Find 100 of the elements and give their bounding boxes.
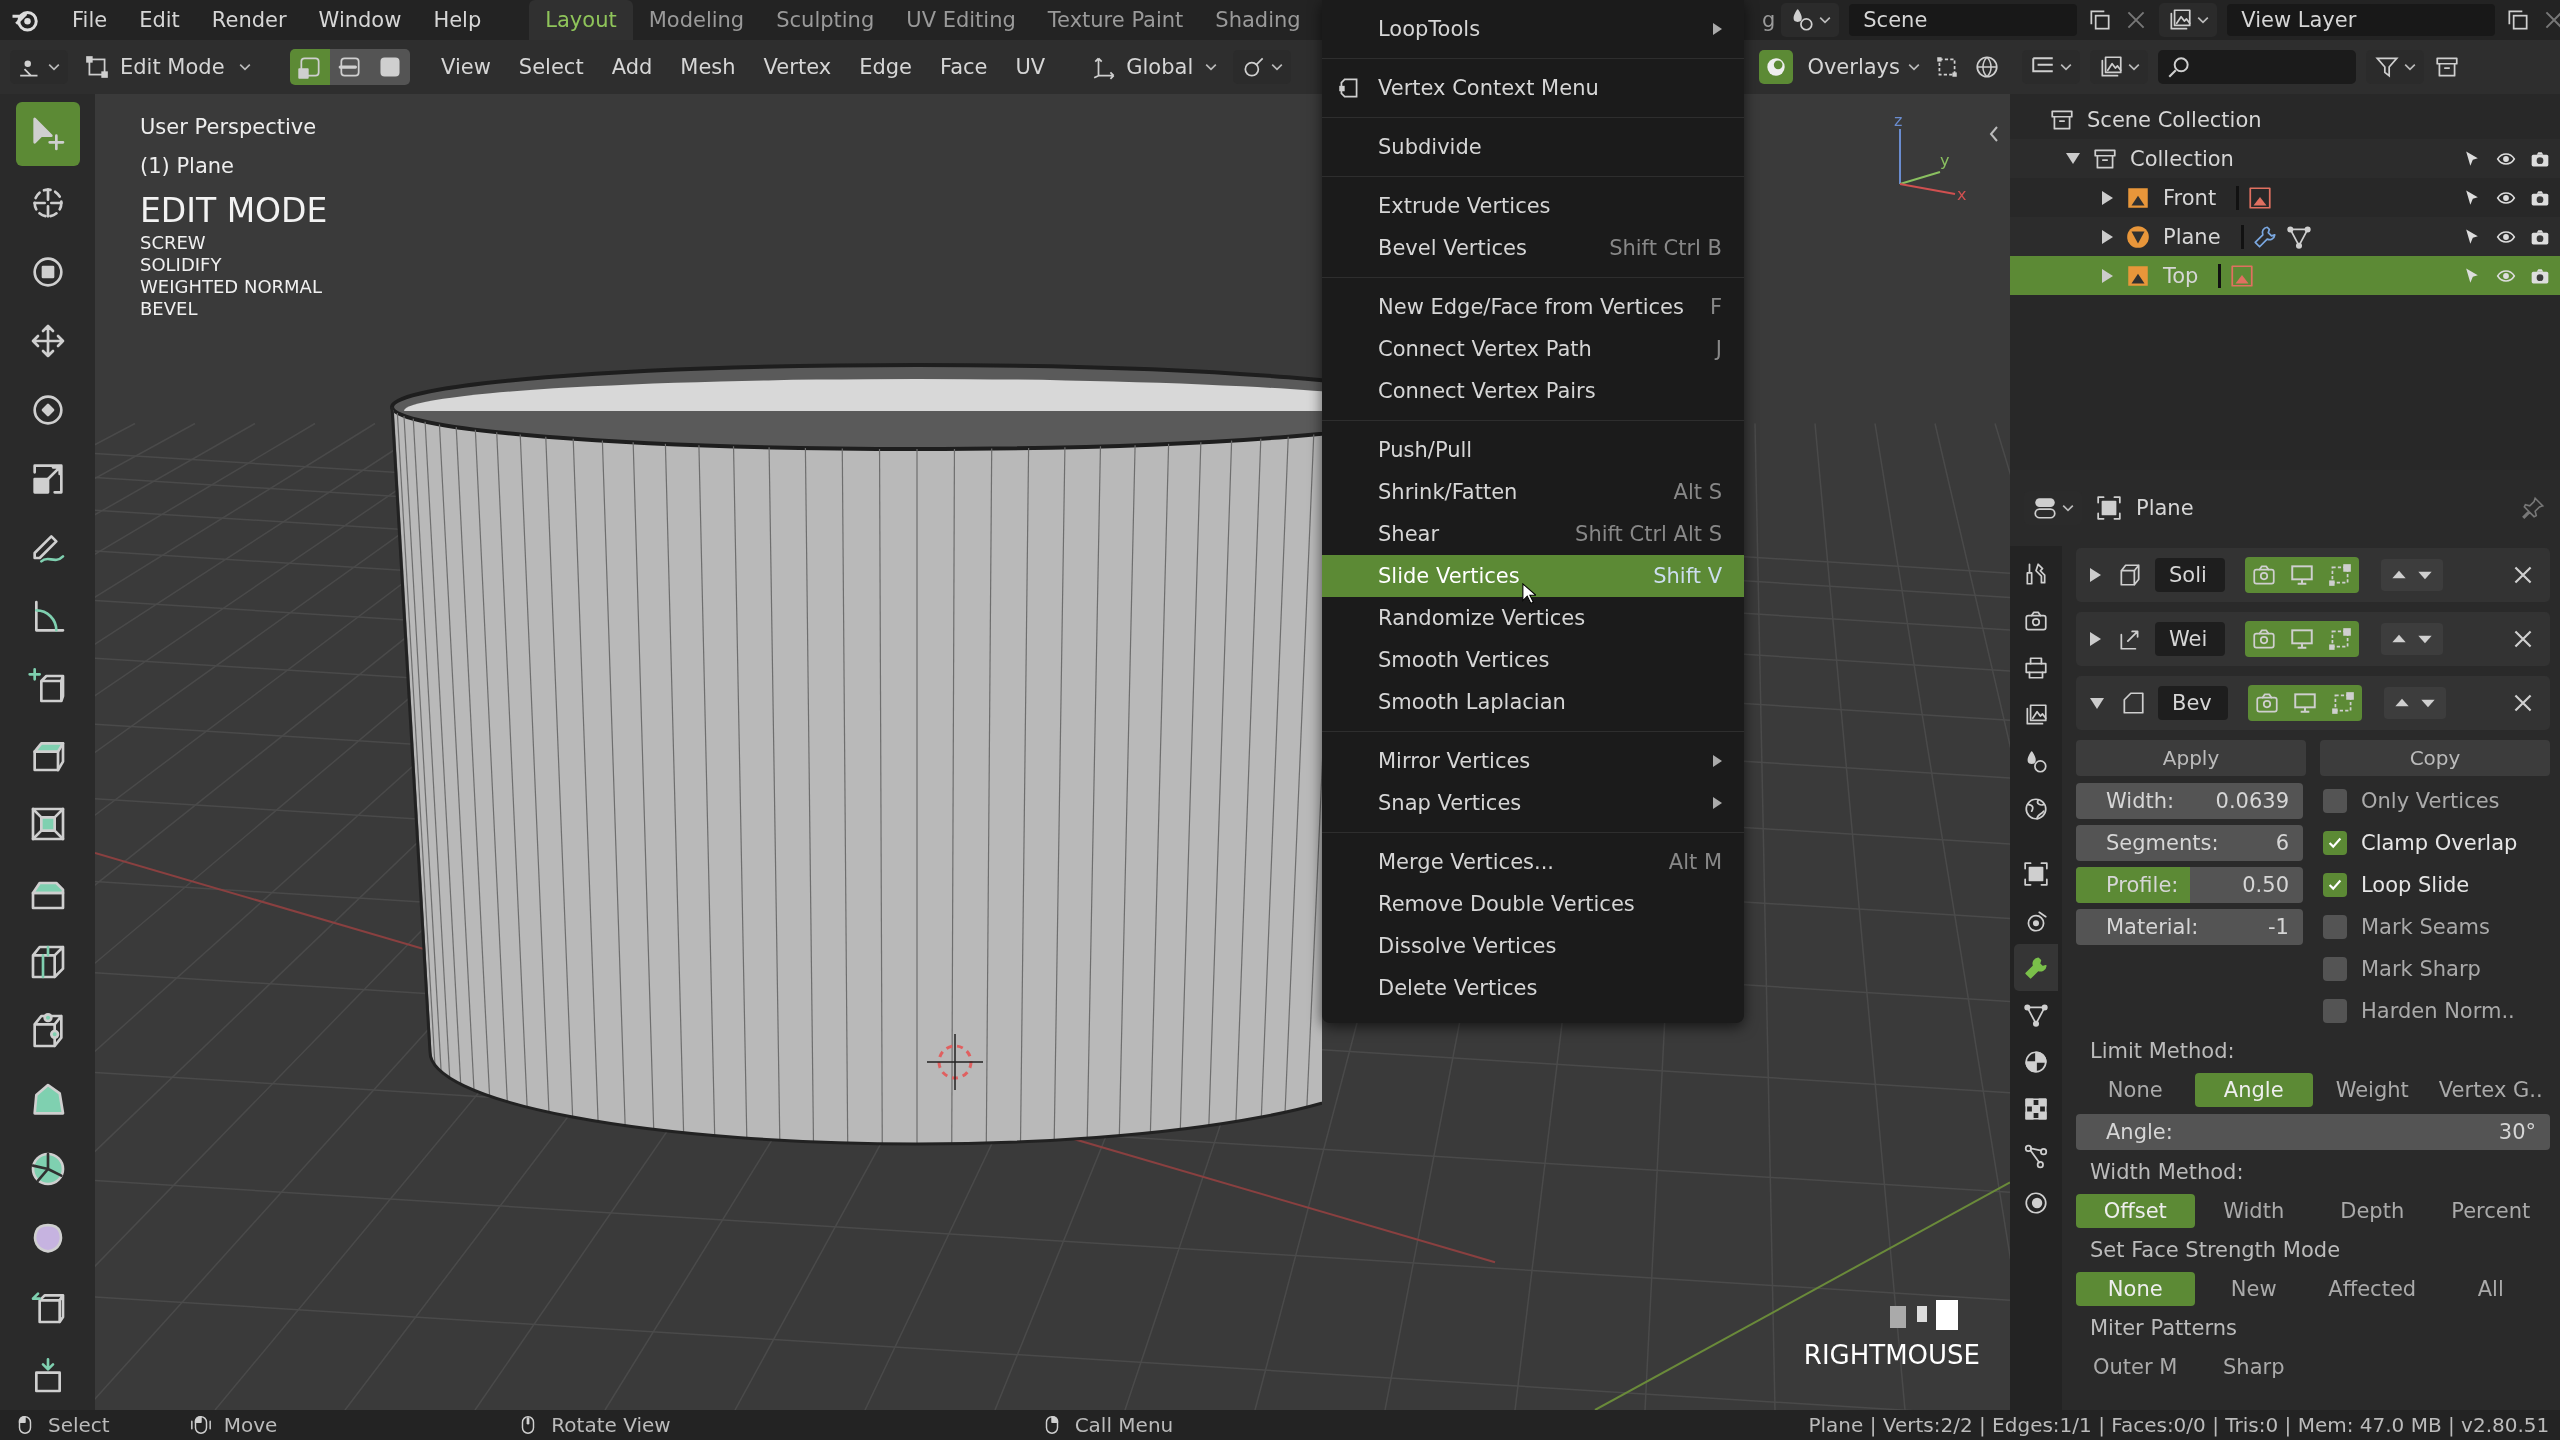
outliner-row[interactable]: Plane [2010,217,2560,256]
outliner-row[interactable]: Collection [2010,139,2560,178]
option-button[interactable]: All [2431,1272,2550,1306]
outliner-row[interactable]: Scene Collection [2010,100,2560,139]
menu-item[interactable]: Remove Double Vertices [1322,883,1744,925]
view-layer-dropdown[interactable] [2159,3,2218,37]
view-layer-field[interactable]: View Layer [2227,4,2496,36]
menu-item[interactable]: Render [197,8,305,32]
modifier-action-button[interactable]: Apply [2076,740,2306,776]
menu-item[interactable]: Window [304,8,420,32]
edit-mode-toggle[interactable] [2321,557,2359,593]
menu-item[interactable]: Slide Vertices Shift V [1322,555,1744,597]
chevron-left-icon[interactable] [1988,124,2000,144]
scene-type-dropdown[interactable] [1781,3,1840,37]
option-button[interactable]: Depth [2313,1194,2432,1228]
collection-box-icon[interactable] [2434,54,2460,80]
option-button[interactable]: Weight [2313,1073,2432,1107]
menu-item[interactable]: LoopTools [1322,8,1744,50]
menu-item[interactable]: Push/Pull [1322,429,1744,471]
expanded-triangle-icon[interactable] [2066,153,2080,164]
modifier-name-field[interactable]: Soli [2155,558,2225,592]
option-button[interactable]: None [2076,1073,2195,1107]
move-arrows[interactable] [2381,623,2443,655]
slider-field[interactable]: Profile: 0.50 [2076,867,2303,903]
menu-item[interactable]: Shear Shift Ctrl Alt S [1322,513,1744,555]
workspace-tab[interactable]: UV Editing [890,0,1032,40]
option-button[interactable]: New [2194,1272,2313,1306]
select-mode-button[interactable] [370,49,410,85]
render-toggle[interactable] [2245,621,2283,657]
modifier-name-field[interactable]: Bev [2158,686,2228,720]
properties-tab[interactable] [2014,944,2058,991]
checkbox[interactable] [2323,915,2347,939]
option-button[interactable]: Sharp [2194,1350,2313,1384]
menu-item[interactable]: Delete Vertices [1322,967,1744,1009]
collapsed-triangle-icon[interactable] [2090,568,2101,582]
number-field[interactable]: Width: 0.0639 [2076,783,2303,819]
menu-item[interactable]: Select [507,55,595,79]
option-button[interactable]: Outer M [2076,1350,2195,1384]
gizmo-toggle[interactable] [1759,50,1794,84]
select-mode-button[interactable] [290,49,330,85]
workspace-tab[interactable]: Texture Paint [1031,0,1200,40]
image-icon[interactable] [2247,184,2274,211]
modifier-name-field[interactable]: Wei [2155,622,2225,656]
menu-item[interactable]: Smooth Vertices [1322,639,1744,681]
menu-item[interactable]: Add [600,55,664,79]
menu-item[interactable]: Connect Vertex Pairs [1322,370,1744,412]
option-button[interactable]: Offset [2076,1194,2195,1228]
menu-item[interactable]: Vertex [752,55,843,79]
option-button[interactable]: Width [2194,1194,2313,1228]
collapsed-triangle-icon[interactable] [2090,632,2101,646]
menu-item[interactable]: Face [929,55,999,79]
menu-item[interactable]: Smooth Laplacian [1322,681,1744,723]
edit-mode-toggle[interactable] [2321,621,2359,657]
checkbox[interactable] [2323,789,2347,813]
mesh-overlay-icon[interactable] [1934,54,1960,80]
vertex-triangle-icon[interactable] [2285,223,2312,250]
mode-dropdown[interactable]: Edit Mode [74,50,284,84]
menu-item[interactable]: Dissolve Vertices [1322,925,1744,967]
outliner-row[interactable]: Front [2010,178,2560,217]
globe-icon[interactable] [1974,54,2000,80]
option-button[interactable]: Percent [2431,1194,2550,1228]
number-field[interactable]: Angle: 30° [2076,1114,2550,1150]
workspace-tab[interactable]: g [1755,0,1782,40]
modifier-action-button[interactable]: Copy [2320,740,2550,776]
menu-item[interactable]: Help [419,8,500,32]
menu-item[interactable]: Extrude Vertices [1322,185,1744,227]
collapsed-triangle-icon[interactable] [2102,229,2113,244]
number-field[interactable]: Segments: 6 [2076,825,2303,861]
workspace-tab[interactable]: Modeling [632,0,761,40]
option-button[interactable]: Angle [2194,1073,2313,1107]
move-arrows[interactable] [2381,559,2443,591]
option-button[interactable]: Affected [2313,1272,2432,1306]
option-button[interactable]: None [2076,1272,2195,1306]
menu-item[interactable]: Edge [848,55,923,79]
menu-item[interactable]: Shrink/Fatten Alt S [1322,471,1744,513]
checkbox[interactable] [2323,831,2347,855]
menu-item[interactable]: Bevel Vertices Shift Ctrl B [1322,227,1744,269]
axis-gizmo[interactable]: z y x [1880,114,1970,204]
checkbox[interactable] [2323,999,2347,1023]
menu-item[interactable]: View [430,55,502,79]
workspace-tab[interactable]: Shading [1199,0,1317,40]
menu-item[interactable]: Randomize Vertices [1322,597,1744,639]
menu-item[interactable]: Merge Vertices... Alt M [1322,841,1744,883]
tool-button[interactable] [15,102,80,166]
menu-item[interactable]: File [58,8,126,32]
menu-item[interactable]: Mesh [669,55,747,79]
menu-item[interactable]: Edit [125,8,198,32]
move-arrows[interactable] [2384,687,2446,719]
workspace-tab[interactable]: Sculpting [760,0,891,40]
render-toggle[interactable] [2245,557,2283,593]
select-mode-button[interactable] [330,49,370,85]
overlays-dropdown[interactable]: Overlays [1807,55,1920,79]
expanded-triangle-icon[interactable] [2090,697,2104,709]
search-field[interactable] [2158,50,2356,84]
workspace-tab[interactable]: Layout [529,0,633,40]
collapsed-triangle-icon[interactable] [2102,190,2113,205]
scene-field[interactable]: Scene [1849,4,2078,36]
render-toggle[interactable] [2248,685,2286,721]
option-button[interactable]: Vertex G.. [2431,1073,2550,1107]
menu-item[interactable]: UV [1004,55,1057,79]
